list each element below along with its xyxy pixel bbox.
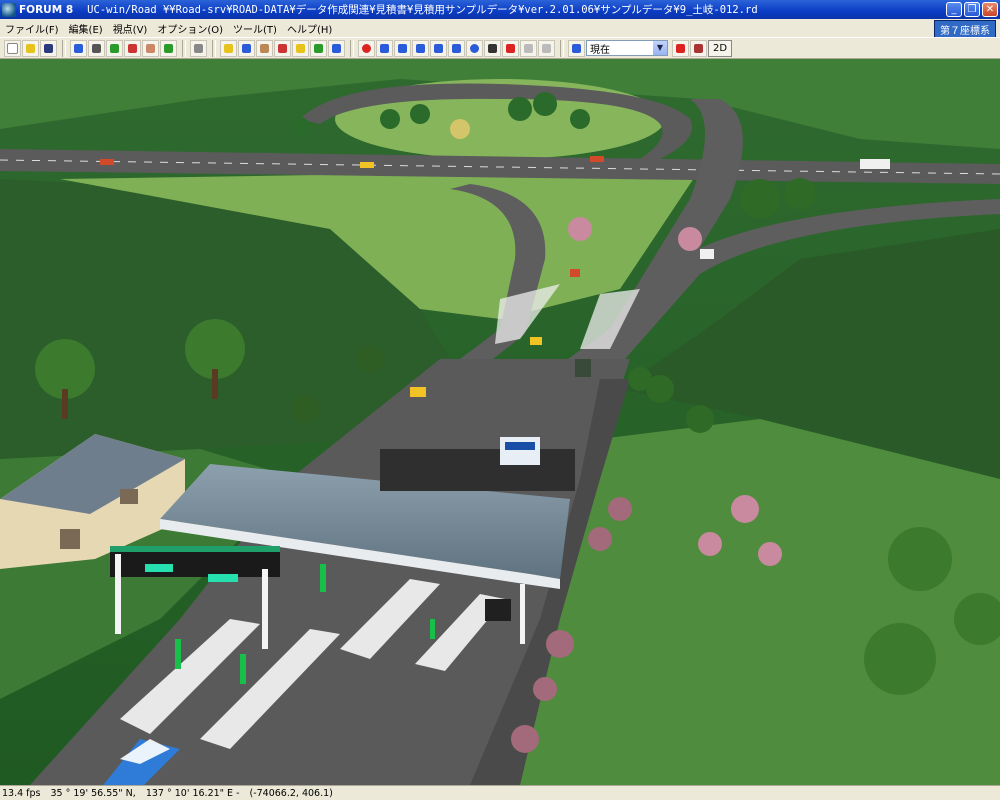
sign-icon[interactable] [292, 39, 309, 57]
status-bar: 13.4 fps 35 ° 19' 56.55" N, 137 ° 10' 16… [0, 785, 1000, 800]
pan-icon[interactable] [412, 39, 429, 57]
vehicle-icon[interactable] [274, 39, 291, 57]
rotate-icon[interactable] [448, 39, 465, 57]
forest-icon[interactable] [310, 39, 327, 57]
chevron-down-icon[interactable]: ▼ [653, 41, 667, 55]
close-button[interactable]: ✕ [982, 2, 998, 17]
pause-icon[interactable] [502, 39, 519, 57]
menu-file[interactable]: ファイル(F) [0, 21, 64, 36]
menu-help[interactable]: ヘルプ(H) [282, 21, 337, 36]
terrain-icon[interactable] [220, 39, 237, 57]
menu-tools[interactable]: ツール(T) [228, 21, 282, 36]
target-icon[interactable] [358, 39, 375, 57]
export-icon[interactable] [190, 39, 207, 57]
title-bar: FORUM 8 UC-win/Road ¥¥Road-srv¥ROAD-DATA… [0, 0, 1000, 19]
2d-view-button[interactable]: 2D [708, 39, 733, 57]
record-icon[interactable] [520, 39, 537, 57]
walk-icon[interactable] [142, 39, 159, 57]
3d-viewport[interactable] [0, 59, 1000, 785]
tree-icon[interactable] [160, 39, 177, 57]
scenario-icon[interactable] [568, 39, 585, 57]
position-readout: (-74066.2, 406.1) [249, 787, 333, 799]
move-icon[interactable] [376, 39, 393, 57]
maximize-button[interactable]: ❐ [964, 2, 980, 17]
person-icon[interactable] [124, 39, 141, 57]
save-icon[interactable] [40, 39, 57, 57]
stats-icon[interactable] [690, 39, 707, 57]
app-name: FORUM 8 [19, 3, 74, 16]
new-file-icon[interactable] [4, 39, 21, 57]
reset-view-icon[interactable] [466, 39, 483, 57]
longitude-readout: 137 ° 10' 16.21" E - [145, 787, 240, 799]
app-icon[interactable] [2, 2, 16, 17]
driver-icon[interactable] [484, 39, 501, 57]
view-mode-value: 現在 [590, 44, 610, 56]
latitude-readout: 35 ° 19' 56.55" N, [50, 787, 136, 799]
menu-options[interactable]: オプション(O) [152, 21, 228, 36]
plan-view-icon[interactable] [88, 39, 105, 57]
scene [0, 59, 1000, 785]
toolbar: 現在 ▼ 2D [0, 37, 1000, 59]
car-icon[interactable] [538, 39, 555, 57]
menu-view[interactable]: 視点(V) [108, 21, 153, 36]
curve-icon[interactable] [238, 39, 255, 57]
texture-icon[interactable] [256, 39, 273, 57]
menu-edit[interactable]: 編集(E) [64, 21, 108, 36]
menu-bar: ファイル(F) 編集(E) 視点(V) オプション(O) ツール(T) ヘルプ(… [0, 19, 1000, 39]
view-mode-select[interactable]: 現在 ▼ [586, 40, 668, 56]
cross-section-icon[interactable] [106, 39, 123, 57]
fps-readout: 13.4 fps [2, 787, 41, 799]
building-icon[interactable] [328, 39, 345, 57]
window-title: UC-win/Road ¥¥Road-srv¥ROAD-DATA¥データ作成関連… [87, 4, 758, 16]
minimize-button[interactable]: _ [946, 2, 962, 17]
settings-icon[interactable] [672, 39, 689, 57]
left-right-icon[interactable] [430, 39, 447, 57]
road-define-icon[interactable] [70, 39, 87, 57]
open-folder-icon[interactable] [22, 39, 39, 57]
up-down-icon[interactable] [394, 39, 411, 57]
